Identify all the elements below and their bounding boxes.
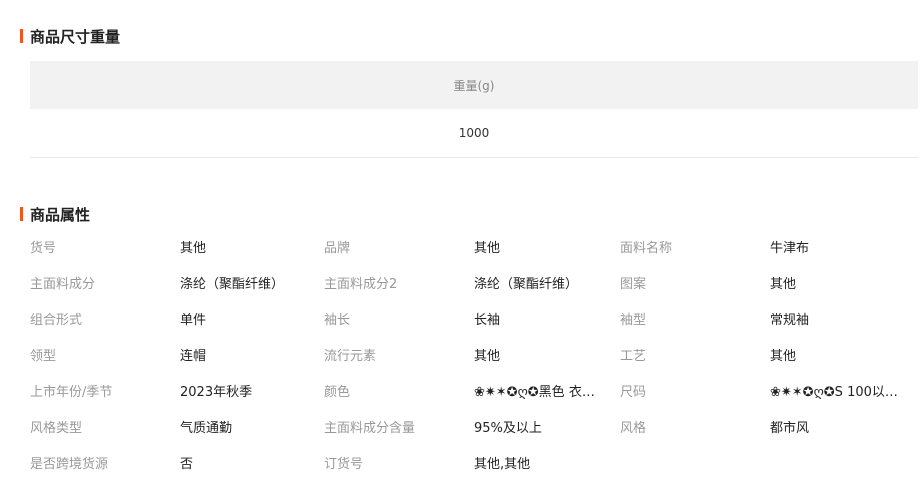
attribute-value: 95%及以上 [474,421,542,436]
attribute-value: 其他 [474,349,501,364]
attribute-row: 货号 其他 品牌 其他 面料名称 牛津布 [30,231,910,267]
attribute-key: 尺码 [620,385,647,400]
attribute-row: 是否跨境货源 否 订货号 其他,其他 [30,447,910,483]
attribute-key: 袖型 [620,313,647,328]
attribute-key: 面料名称 [620,241,673,256]
attribute-row: 风格类型 气质通勤 主面料成分含量 95%及以上 风格 都市风 [30,411,910,447]
attribute-key: 上市年份/季节 [30,385,113,400]
attribute-key: 是否跨境货源 [30,457,109,472]
product-attributes-title-text: 商品属性 [30,205,91,224]
attribute-key: 风格类型 [30,421,83,436]
attribute-key: 货号 [30,241,57,256]
size-weight-table: 重量(g) 1000 [30,61,918,158]
attribute-key: 图案 [620,277,647,292]
attribute-value: 其他 [180,241,207,256]
attribute-key: 流行元素 [324,349,377,364]
product-attributes-grid: 货号 其他 品牌 其他 面料名称 牛津布 主面料成分 涤纶（聚酯纤维） 主面料成… [30,231,910,483]
attribute-key: 主面料成分含量 [324,421,416,436]
attribute-value: 牛津布 [770,241,810,256]
attribute-value: 其他 [770,349,797,364]
attribute-value: 气质通勤 [180,421,233,436]
attribute-row: 上市年份/季节 2023年秋季 颜色 ❀✷✶✪ღ✪黑色 衣服... 尺码 ❀✷✶… [30,375,910,411]
attribute-key: 主面料成分2 [324,277,398,292]
attribute-key: 领型 [30,349,57,364]
accent-bar [20,29,23,43]
weight-column-header: 重量(g) [30,61,918,109]
accent-bar [20,207,23,221]
attribute-value: 其他 [474,241,501,256]
weight-value-cell: 1000 [30,109,918,158]
attribute-value: 长袖 [474,313,501,328]
attribute-value: 其他 [770,277,797,292]
attribute-key: 品牌 [324,241,351,256]
attribute-key: 风格 [620,421,647,436]
attribute-value: 都市风 [770,421,810,436]
attribute-key: 颜色 [324,385,351,400]
attribute-key: 订货号 [324,457,364,472]
attribute-value: 常规袖 [770,313,810,328]
attribute-key: 组合形式 [30,313,83,328]
attribute-value: 连帽 [180,349,207,364]
attribute-value: 涤纶（聚酯纤维） [474,277,579,292]
attribute-row: 组合形式 单件 袖长 长袖 袖型 常规袖 [30,303,910,339]
product-attributes-section-title: 商品属性 [20,205,91,224]
attribute-value: 否 [180,457,194,472]
size-weight-section-title: 商品尺寸重量 [20,27,121,46]
attribute-value: ❀✷✶✪ღ✪S 100以下... [770,385,900,400]
attribute-value: ❀✷✶✪ღ✪黑色 衣服... [474,385,604,400]
attribute-key: 袖长 [324,313,351,328]
attribute-key: 主面料成分 [30,277,96,292]
attribute-row: 领型 连帽 流行元素 其他 工艺 其他 [30,339,910,375]
attribute-value: 2023年秋季 [180,385,253,400]
attribute-row: 主面料成分 涤纶（聚酯纤维） 主面料成分2 涤纶（聚酯纤维） 图案 其他 [30,267,910,303]
attribute-key: 工艺 [620,349,647,364]
attribute-value: 涤纶（聚酯纤维） [180,277,285,292]
attribute-value: 其他,其他 [474,457,531,472]
attribute-value: 单件 [180,313,207,328]
size-weight-title-text: 商品尺寸重量 [30,27,121,46]
